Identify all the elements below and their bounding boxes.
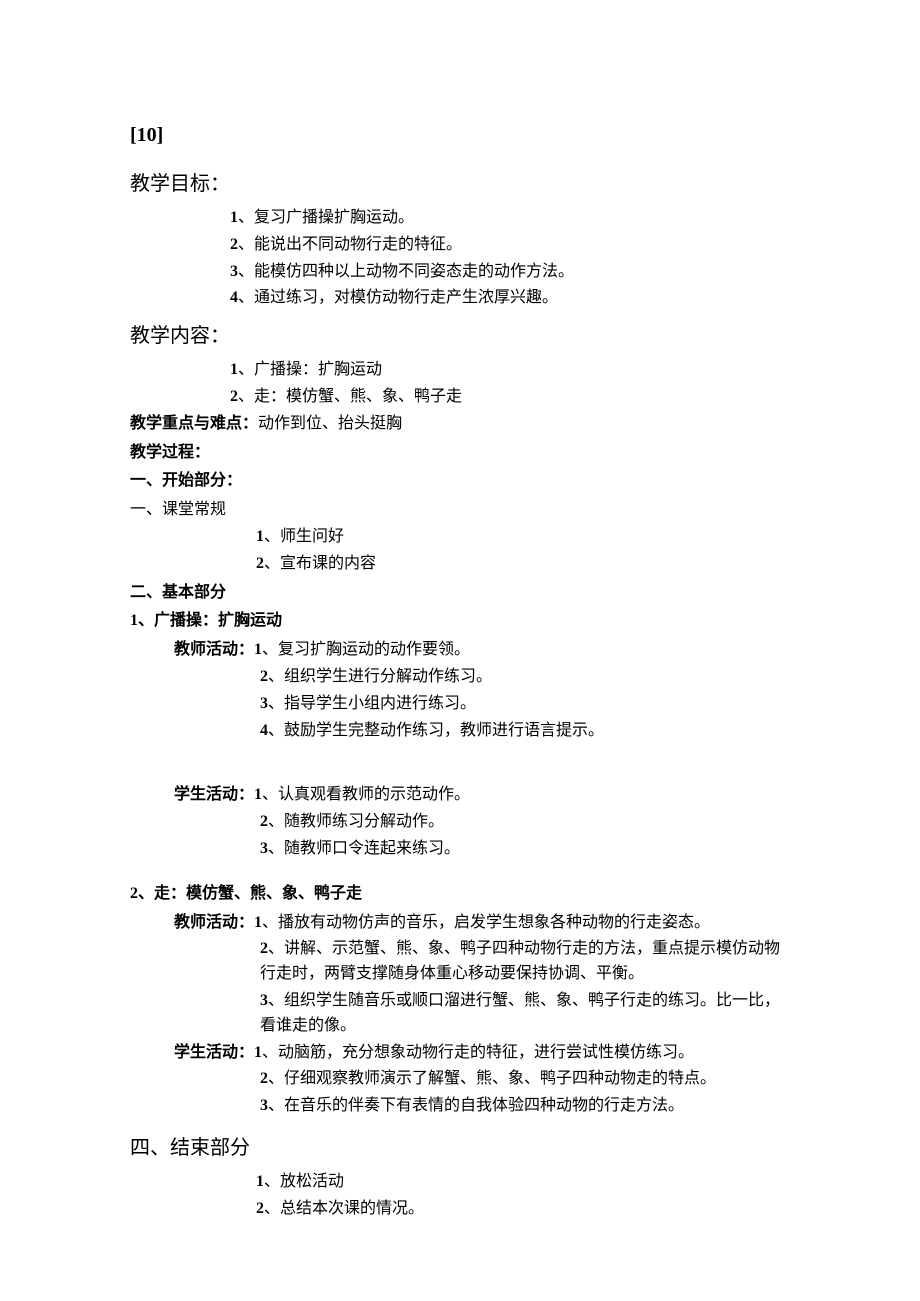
text: 仔细观察教师演示了解蟹、熊、象、鸭子四种动物走的特点。 [284, 1070, 716, 1087]
list-item: 3、随教师口令连起来练习。 [260, 837, 790, 862]
list-item: 3、在音乐的伴奏下有表情的自我体验四种动物的行走方法。 [260, 1094, 790, 1119]
objectives-list: 1、复习广播操扩胸运动。 2、能说出不同动物行走的特征。 3、能模仿四种以上动物… [230, 206, 790, 311]
key-points: 教学重点与难点：动作到位、抬头挺胸 [130, 412, 790, 437]
text: 在音乐的伴奏下有表情的自我体验四种动物的行走方法。 [284, 1097, 684, 1114]
text: 总结本次课的情况。 [280, 1200, 424, 1217]
teacher-label: 教师活动： [174, 641, 254, 658]
text: 、走：模仿蟹、熊、象、鸭子走 [138, 885, 362, 902]
content-title: 教学内容： [130, 321, 790, 352]
process-label: 教学过程： [130, 441, 790, 466]
text: 复习扩胸运动的动作要领。 [278, 641, 470, 658]
text: 走：模仿蟹、熊、象、鸭子走 [254, 388, 462, 405]
list-item: 2、走：模仿蟹、熊、象、鸭子走 [230, 385, 790, 410]
list-item: 3、组织学生随音乐或顺口溜进行蟹、熊、象、鸭子行走的练习。比一比，看谁走的像。 [260, 989, 790, 1039]
text: 、广播操：扩胸运动 [138, 612, 282, 629]
student-activity-2: 学生活动：1、动脑筋，充分想象动物行走的特征，进行尝试性模仿练习。 [174, 1041, 790, 1066]
part4-title: 四、结束部分 [130, 1133, 790, 1164]
part1-title: 一、开始部分： [130, 469, 790, 494]
num: 2 [130, 885, 138, 902]
text: 播放有动物仿声的音乐，启发学生想象各种动物的行走姿态。 [278, 914, 710, 931]
student-label: 学生活动： [174, 786, 254, 803]
list-item: 1、放松活动 [256, 1170, 790, 1195]
teacher-activity-1: 教师活动：1、复习扩胸运动的动作要领。 [174, 638, 790, 663]
list-item: 4、通过练习，对模仿动物行走产生浓厚兴趣。 [230, 286, 790, 311]
num: 1 [130, 612, 138, 629]
text: 随教师练习分解动作。 [284, 813, 444, 830]
part1-sub-label: 一、课堂常规 [130, 498, 790, 523]
list-item: 1、广播操：扩胸运动 [230, 358, 790, 383]
teacher-activity-2-cont: 2、讲解、示范蟹、熊、象、鸭子四种动物行走的方法，重点提示模仿动物行走时，两臂支… [260, 937, 790, 1038]
text: 指导学生小组内进行练习。 [284, 695, 476, 712]
text: 广播操：扩胸运动 [254, 361, 382, 378]
list-item: 2、能说出不同动物行走的特征。 [230, 233, 790, 258]
list-item: 3、能模仿四种以上动物不同姿态走的动作方法。 [230, 260, 790, 285]
text: 讲解、示范蟹、熊、象、鸭子四种动物行走的方法，重点提示模仿动物行走时，两臂支撑随… [260, 940, 780, 982]
content-list: 1、广播操：扩胸运动 2、走：模仿蟹、熊、象、鸭子走 [230, 358, 790, 410]
student-activity-1-cont: 2、随教师练习分解动作。 3、随教师口令连起来练习。 [260, 810, 790, 862]
teacher-activity-2: 教师活动：1、播放有动物仿声的音乐，启发学生想象各种动物的行走姿态。 [174, 911, 790, 936]
text: 放松活动 [280, 1173, 344, 1190]
text: 随教师口令连起来练习。 [284, 840, 460, 857]
text: 鼓励学生完整动作练习，教师进行语言提示。 [284, 722, 604, 739]
lesson-number: [10] [130, 120, 790, 151]
list-item: 1、师生问好 [256, 525, 790, 550]
text: 能说出不同动物行走的特征。 [254, 236, 462, 253]
teacher-activity-1-cont: 2、组织学生进行分解动作练习。 3、指导学生小组内进行练习。 4、鼓励学生完整动… [260, 665, 790, 743]
text: 动脑筋，充分想象动物行走的特征，进行尝试性模仿练习。 [278, 1044, 694, 1061]
part1-items: 1、师生问好 2、宣布课的内容 [256, 525, 790, 577]
text: 复习广播操扩胸运动。 [254, 209, 414, 226]
list-item: 2、随教师练习分解动作。 [260, 810, 790, 835]
student-label: 学生活动： [174, 1044, 254, 1061]
list-item: 2、总结本次课的情况。 [256, 1197, 790, 1222]
student-activity-2-cont: 2、仔细观察教师演示了解蟹、熊、象、鸭子四种动物走的特点。 3、在音乐的伴奏下有… [260, 1067, 790, 1119]
text: 师生问好 [280, 528, 344, 545]
objectives-title: 教学目标： [130, 169, 790, 200]
key-label: 教学重点与难点： [130, 415, 258, 432]
key-text: 动作到位、抬头挺胸 [258, 415, 402, 432]
part2-sub1-title: 1、广播操：扩胸运动 [130, 609, 790, 634]
text: 组织学生随音乐或顺口溜进行蟹、熊、象、鸭子行走的练习。比一比，看谁走的像。 [260, 992, 780, 1034]
list-item: 1、复习广播操扩胸运动。 [230, 206, 790, 231]
list-item: 2、仔细观察教师演示了解蟹、熊、象、鸭子四种动物走的特点。 [260, 1067, 790, 1092]
text: 能模仿四种以上动物不同姿态走的动作方法。 [254, 263, 574, 280]
teacher-label: 教师活动： [174, 914, 254, 931]
part2-title: 二、基本部分 [130, 581, 790, 606]
list-item: 2、讲解、示范蟹、熊、象、鸭子四种动物行走的方法，重点提示模仿动物行走时，两臂支… [260, 937, 790, 987]
text: 组织学生进行分解动作练习。 [284, 668, 492, 685]
list-item: 3、指导学生小组内进行练习。 [260, 692, 790, 717]
text: 认真观看教师的示范动作。 [278, 786, 470, 803]
list-item: 2、宣布课的内容 [256, 552, 790, 577]
text: 宣布课的内容 [280, 555, 376, 572]
list-item: 4、鼓励学生完整动作练习，教师进行语言提示。 [260, 719, 790, 744]
part2-sub2-title: 2、走：模仿蟹、熊、象、鸭子走 [130, 882, 790, 907]
student-activity-1: 学生活动：1、认真观看教师的示范动作。 [174, 783, 790, 808]
part4-items: 1、放松活动 2、总结本次课的情况。 [256, 1170, 790, 1222]
text: 通过练习，对模仿动物行走产生浓厚兴趣。 [254, 289, 558, 306]
list-item: 2、组织学生进行分解动作练习。 [260, 665, 790, 690]
